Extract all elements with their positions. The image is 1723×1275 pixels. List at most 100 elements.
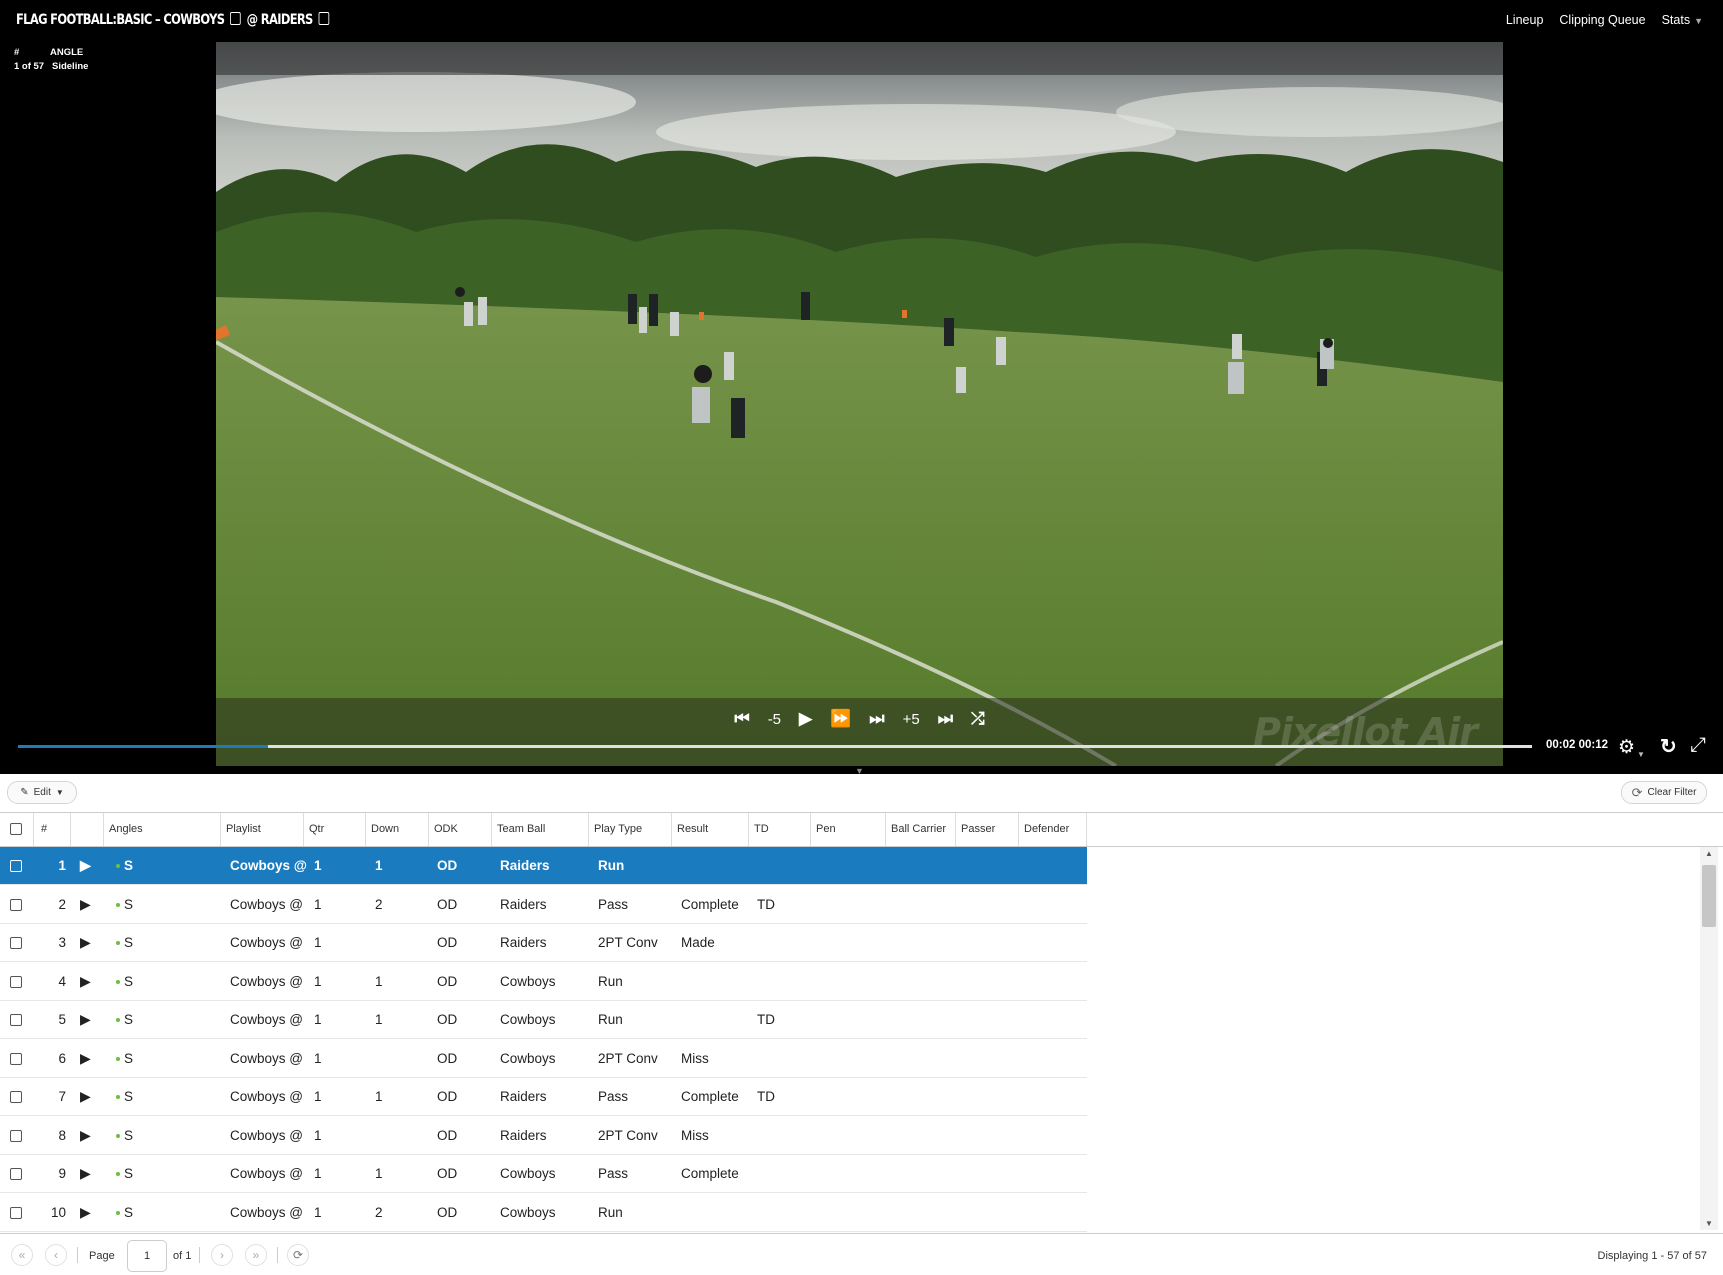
row-qtr: 1 (314, 1166, 322, 1181)
col-header-defender[interactable]: Defender (1019, 813, 1087, 846)
reload-icon[interactable]: ↻ (1660, 734, 1677, 759)
table-row[interactable]: 5 ▶ S Cowboys @ 1 1 OD Cowboys Run TD (0, 1001, 1087, 1039)
play-icon[interactable]: ▶ (80, 1040, 91, 1077)
row-checkbox[interactable] (10, 886, 22, 923)
page-input[interactable]: 1 (127, 1240, 167, 1272)
row-checkbox[interactable] (10, 924, 22, 961)
next-page-icon[interactable]: › (211, 1244, 233, 1266)
col-header-pen[interactable]: Pen (811, 813, 886, 846)
fast-forward-icon[interactable]: ⏩ (830, 709, 851, 729)
row-down: 2 (375, 1204, 383, 1220)
nav-lineup[interactable]: Lineup (1506, 13, 1544, 27)
play-icon[interactable]: ▶ (80, 1194, 91, 1231)
play-icon[interactable]: ▶ (80, 963, 91, 1000)
row-checkbox[interactable] (10, 1117, 22, 1154)
skip-end-icon[interactable]: ⏭ (938, 709, 953, 729)
scroll-down-icon[interactable]: ▼ (1705, 1219, 1713, 1228)
caret-down-icon: ▼ (55, 788, 64, 797)
col-header-down[interactable]: Down (366, 813, 429, 846)
play-icon[interactable]: ▶ (80, 1078, 91, 1115)
angle-dot-icon (116, 902, 120, 907)
clip-number-label: # (14, 47, 20, 58)
table-row[interactable]: 3 ▶ S Cowboys @ 1 OD Raiders 2PT Conv Made (0, 924, 1087, 962)
table-row[interactable]: 10 ▶ S Cowboys @ 1 2 OD Cowboys Run (0, 1194, 1087, 1232)
col-header-result[interactable]: Result (672, 813, 749, 846)
fullscreen-icon[interactable]: ⤢ (1690, 734, 1706, 757)
row-qtr: 1 (314, 896, 322, 912)
play-icon[interactable]: ▶ (80, 924, 91, 961)
last-page-icon[interactable]: » (245, 1244, 267, 1266)
row-checkbox[interactable] (10, 1001, 22, 1038)
table-row[interactable]: 1 ▶ S Cowboys @ 1 1 OD Raiders Run (0, 847, 1087, 885)
nav-clipping-queue[interactable]: Clipping Queue (1559, 13, 1645, 27)
col-header-playlist[interactable]: Playlist (221, 813, 304, 846)
edit-label: Edit (33, 787, 51, 798)
col-header-odk[interactable]: ODK (429, 813, 492, 846)
row-angle: S (116, 1001, 133, 1038)
row-playlist: Cowboys @ (230, 896, 303, 912)
col-header-ball-carrier[interactable]: Ball Carrier (886, 813, 956, 846)
nav-stats[interactable]: Stats ▼ (1662, 13, 1703, 27)
angle-text: S (124, 1166, 134, 1181)
row-td: TD (757, 1089, 775, 1104)
refresh-icon[interactable]: ⟳ (287, 1244, 309, 1266)
play-icon[interactable]: ▶ (799, 709, 812, 729)
clear-filter-button[interactable]: ⟳ Clear Filter (1621, 781, 1707, 804)
checkbox-icon (10, 1168, 22, 1181)
checkbox-icon (10, 1052, 22, 1065)
row-checkbox[interactable] (10, 1194, 22, 1231)
row-team-ball: Raiders (500, 1127, 547, 1143)
row-checkbox[interactable] (10, 1155, 22, 1192)
col-header-qtr[interactable]: Qtr (304, 813, 366, 846)
row-playlist: Cowboys @ (230, 935, 303, 950)
col-header-team-ball[interactable]: Team Ball (492, 813, 589, 846)
table-row[interactable]: 8 ▶ S Cowboys @ 1 OD Raiders 2PT Conv Miss (0, 1117, 1087, 1155)
scroll-thumb[interactable] (1702, 865, 1716, 927)
video-frame[interactable]: ⏮ -5 ▶ ⏩ ⏭ +5 ⏭ ⤮ Pixellot Air (216, 42, 1503, 766)
row-result: Miss (681, 1127, 709, 1143)
checkbox-icon[interactable] (230, 12, 241, 25)
table-row[interactable]: 7 ▶ S Cowboys @ 1 1 OD Raiders Pass Complete TD (0, 1078, 1087, 1116)
col-header-angles[interactable]: Angles (104, 813, 221, 846)
row-checkbox[interactable] (10, 1040, 22, 1077)
angle-value: Sideline (52, 61, 89, 72)
col-header-play-type[interactable]: Play Type (589, 813, 672, 846)
table-row[interactable]: 6 ▶ S Cowboys @ 1 OD Cowboys 2PT Conv Miss (0, 1040, 1087, 1078)
col-header-passer[interactable]: Passer (956, 813, 1019, 846)
grid-scrollbar[interactable]: ▲ ▼ (1700, 847, 1718, 1230)
row-playlist: Cowboys @ (230, 1204, 303, 1220)
shuffle-icon[interactable]: ⤮ (971, 709, 985, 729)
skip-start-icon[interactable]: ⏮ (734, 709, 749, 729)
play-icon[interactable]: ▶ (80, 847, 91, 884)
edit-button[interactable]: ✎ Edit ▼ (7, 781, 77, 804)
video-stage: # ANGLE 1 of 57 Sideline ⏮ -5 ▶ ⏩ ⏭ +5 ⏭… (0, 42, 1723, 776)
row-checkbox[interactable] (10, 963, 22, 1000)
skip-next-icon[interactable]: ⏭ (869, 709, 884, 729)
play-icon[interactable]: ▶ (80, 1001, 91, 1038)
row-play-type: Pass (598, 1166, 629, 1181)
play-icon[interactable]: ▶ (80, 1155, 91, 1192)
row-checkbox[interactable] (10, 1078, 22, 1115)
skip-forward-button[interactable]: +5 (903, 711, 920, 728)
scroll-up-icon[interactable]: ▲ (1705, 849, 1713, 858)
settings-button[interactable]: ⚙ ▼ (1618, 736, 1645, 759)
row-checkbox[interactable] (10, 847, 22, 884)
table-row[interactable]: 4 ▶ S Cowboys @ 1 1 OD Cowboys Run (0, 963, 1087, 1001)
select-all-checkbox[interactable] (0, 813, 34, 846)
play-icon[interactable]: ▶ (80, 1117, 91, 1154)
row-team-ball: Raiders (500, 858, 550, 873)
row-odk: OD (437, 1012, 458, 1027)
row-qtr: 1 (314, 1204, 322, 1220)
checkbox-icon[interactable] (318, 12, 330, 25)
play-icon[interactable]: ▶ (80, 886, 91, 923)
prev-page-icon[interactable]: ‹ (45, 1244, 67, 1266)
progress-bar[interactable] (18, 745, 1532, 748)
skip-back-button[interactable]: -5 (768, 711, 781, 728)
checkbox-icon (10, 898, 22, 911)
col-header-number[interactable]: # (34, 813, 71, 846)
row-down: 1 (375, 973, 383, 989)
first-page-icon[interactable]: « (11, 1244, 33, 1266)
table-row[interactable]: 9 ▶ S Cowboys @ 1 1 OD Cowboys Pass Complete (0, 1155, 1087, 1193)
table-row[interactable]: 2 ▶ S Cowboys @ 1 2 OD Raiders Pass Complete TD (0, 886, 1087, 924)
col-header-td[interactable]: TD (749, 813, 811, 846)
